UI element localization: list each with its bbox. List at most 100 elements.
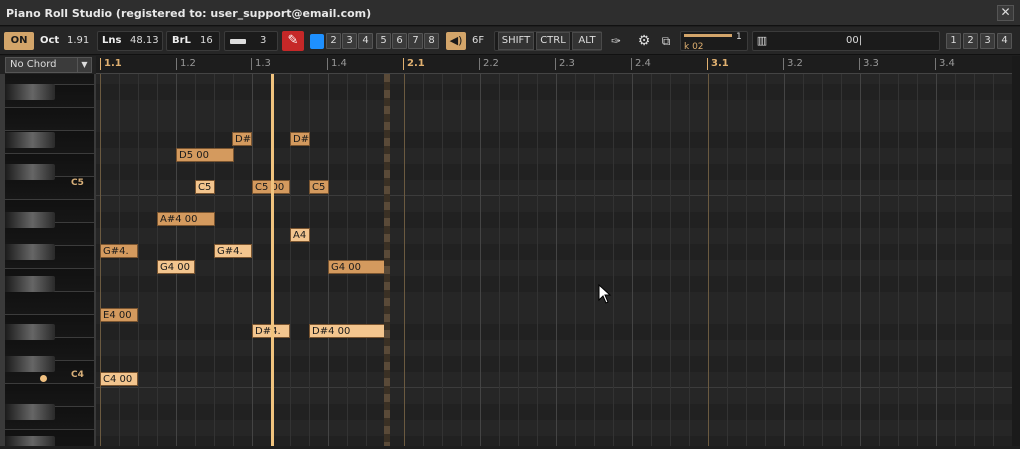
grid-line — [670, 74, 671, 446]
black-key[interactable] — [5, 244, 55, 260]
note[interactable]: C5 — [309, 180, 329, 194]
brush-icon[interactable]: ✑ — [606, 32, 626, 50]
ruler-tick[interactable]: 3.4 — [935, 58, 955, 70]
note[interactable]: G#4. — [214, 244, 252, 258]
ruler-tick[interactable]: 2.4 — [631, 58, 651, 70]
loop-end-marker[interactable] — [384, 74, 390, 446]
white-key[interactable] — [5, 108, 94, 131]
ruler-tick[interactable]: 3.3 — [859, 58, 879, 70]
note[interactable]: D# — [232, 132, 252, 146]
black-key[interactable] — [5, 324, 55, 340]
shift-button[interactable]: SHIFT — [498, 32, 534, 50]
note-grid[interactable]: D# D# D5 00 C5 C5 00 C5 A#4 00 A4 G#4. G… — [96, 74, 1012, 446]
window-title: Piano Roll Studio (registered to: user_s… — [6, 7, 372, 20]
ruler-tick[interactable]: 3.1 — [707, 58, 729, 70]
grid-line — [233, 74, 234, 446]
piano-keyboard[interactable]: C5 C4 — [0, 74, 96, 446]
track-6-button[interactable]: 6 — [392, 33, 407, 49]
grid-line — [993, 74, 994, 446]
timeline-ruler[interactable]: 1.1 1.2 1.3 1.4 2.1 2.2 2.3 2.4 3.1 3.2 … — [96, 56, 1012, 74]
grid-line — [651, 74, 652, 446]
note[interactable]: A4 — [290, 228, 310, 242]
vertical-scrollbar[interactable] — [1012, 56, 1020, 446]
note[interactable]: C5 — [195, 180, 215, 194]
grid-line — [727, 74, 728, 446]
black-key[interactable] — [5, 164, 55, 180]
page-3-button[interactable]: 3 — [980, 33, 995, 49]
grid-line — [442, 74, 443, 446]
grid-line — [765, 74, 766, 446]
grid-line — [575, 74, 576, 446]
speaker-icon[interactable]: ◀) — [446, 32, 466, 50]
gear-icon[interactable]: ⚙ — [634, 32, 654, 50]
k-value: 1 — [736, 32, 742, 42]
grid-line — [784, 74, 785, 446]
note[interactable]: G4 00 — [157, 260, 195, 274]
chevron-down-icon[interactable]: ▼ — [77, 58, 91, 72]
k-progress-bar — [684, 34, 732, 37]
oct-value[interactable]: 1.91 — [67, 32, 89, 50]
grid-line — [708, 74, 709, 446]
mouse-pointer-icon — [598, 284, 612, 304]
oct-label: Oct — [40, 35, 60, 46]
alt-button[interactable]: ALT — [572, 32, 602, 50]
grid-line — [461, 74, 462, 446]
lns-value: 48.13 — [130, 35, 159, 46]
track-5-button[interactable]: 5 — [376, 33, 391, 49]
piano-icon: ▥ — [756, 34, 768, 47]
grid-line — [898, 74, 899, 446]
note[interactable]: G4 00 — [328, 260, 386, 274]
grid-line — [214, 74, 215, 446]
black-key[interactable] — [5, 84, 55, 100]
ruler-tick[interactable]: 2.1 — [403, 58, 425, 70]
black-key[interactable] — [5, 404, 55, 420]
black-key[interactable] — [5, 276, 55, 292]
brl-label: BrL — [172, 35, 191, 46]
chord-select[interactable]: No Chord ▼ — [5, 57, 92, 73]
track-3-button[interactable]: 3 — [342, 33, 357, 49]
black-key[interactable] — [5, 132, 55, 148]
window-icon[interactable]: ⧉ — [656, 32, 676, 50]
grid-line — [803, 74, 804, 446]
black-key[interactable] — [5, 436, 55, 446]
ruler-tick[interactable]: 2.2 — [479, 58, 499, 70]
note[interactable]: D5 00 — [176, 148, 234, 162]
note[interactable]: A#4 00 — [157, 212, 215, 226]
playhead[interactable] — [271, 74, 274, 446]
note[interactable]: D# — [290, 132, 310, 146]
grid-line — [195, 74, 196, 446]
black-key[interactable] — [5, 356, 55, 372]
grid-line — [518, 74, 519, 446]
ruler-tick[interactable]: 3.2 — [783, 58, 803, 70]
track-1-button[interactable] — [310, 34, 324, 49]
track-4-button[interactable]: 4 — [358, 33, 373, 49]
ruler-tick[interactable]: 1.1 — [100, 58, 122, 70]
ruler-tick[interactable]: 1.2 — [176, 58, 196, 70]
ruler-tick[interactable]: 2.3 — [555, 58, 575, 70]
grid-line — [936, 74, 937, 446]
ruler-tick[interactable]: 1.4 — [327, 58, 347, 70]
note[interactable]: G#4. — [100, 244, 138, 258]
grid-line — [100, 74, 101, 446]
note[interactable]: C4 00 — [100, 372, 138, 386]
page-4-button[interactable]: 4 — [997, 33, 1012, 49]
pencil-icon[interactable]: ✎ — [282, 31, 304, 51]
lns-label: Lns — [102, 35, 122, 46]
ctrl-button[interactable]: CTRL — [536, 32, 570, 50]
note[interactable]: D#4 00 — [309, 324, 386, 338]
close-button[interactable]: ✕ — [997, 5, 1014, 21]
volume-value[interactable]: 6F — [472, 32, 484, 50]
grid-line — [138, 74, 139, 446]
black-key[interactable] — [5, 212, 55, 228]
grid-line — [974, 74, 975, 446]
grid-line — [556, 74, 557, 446]
page-2-button[interactable]: 2 — [963, 33, 978, 49]
track-8-button[interactable]: 8 — [424, 33, 439, 49]
page-1-button[interactable]: 1 — [946, 33, 961, 49]
track-7-button[interactable]: 7 — [408, 33, 423, 49]
white-key[interactable] — [5, 292, 94, 315]
track-2-button[interactable]: 2 — [326, 33, 341, 49]
ruler-tick[interactable]: 1.3 — [251, 58, 271, 70]
on-toggle-button[interactable]: ON — [4, 32, 34, 50]
note[interactable]: E4 00 — [100, 308, 138, 322]
